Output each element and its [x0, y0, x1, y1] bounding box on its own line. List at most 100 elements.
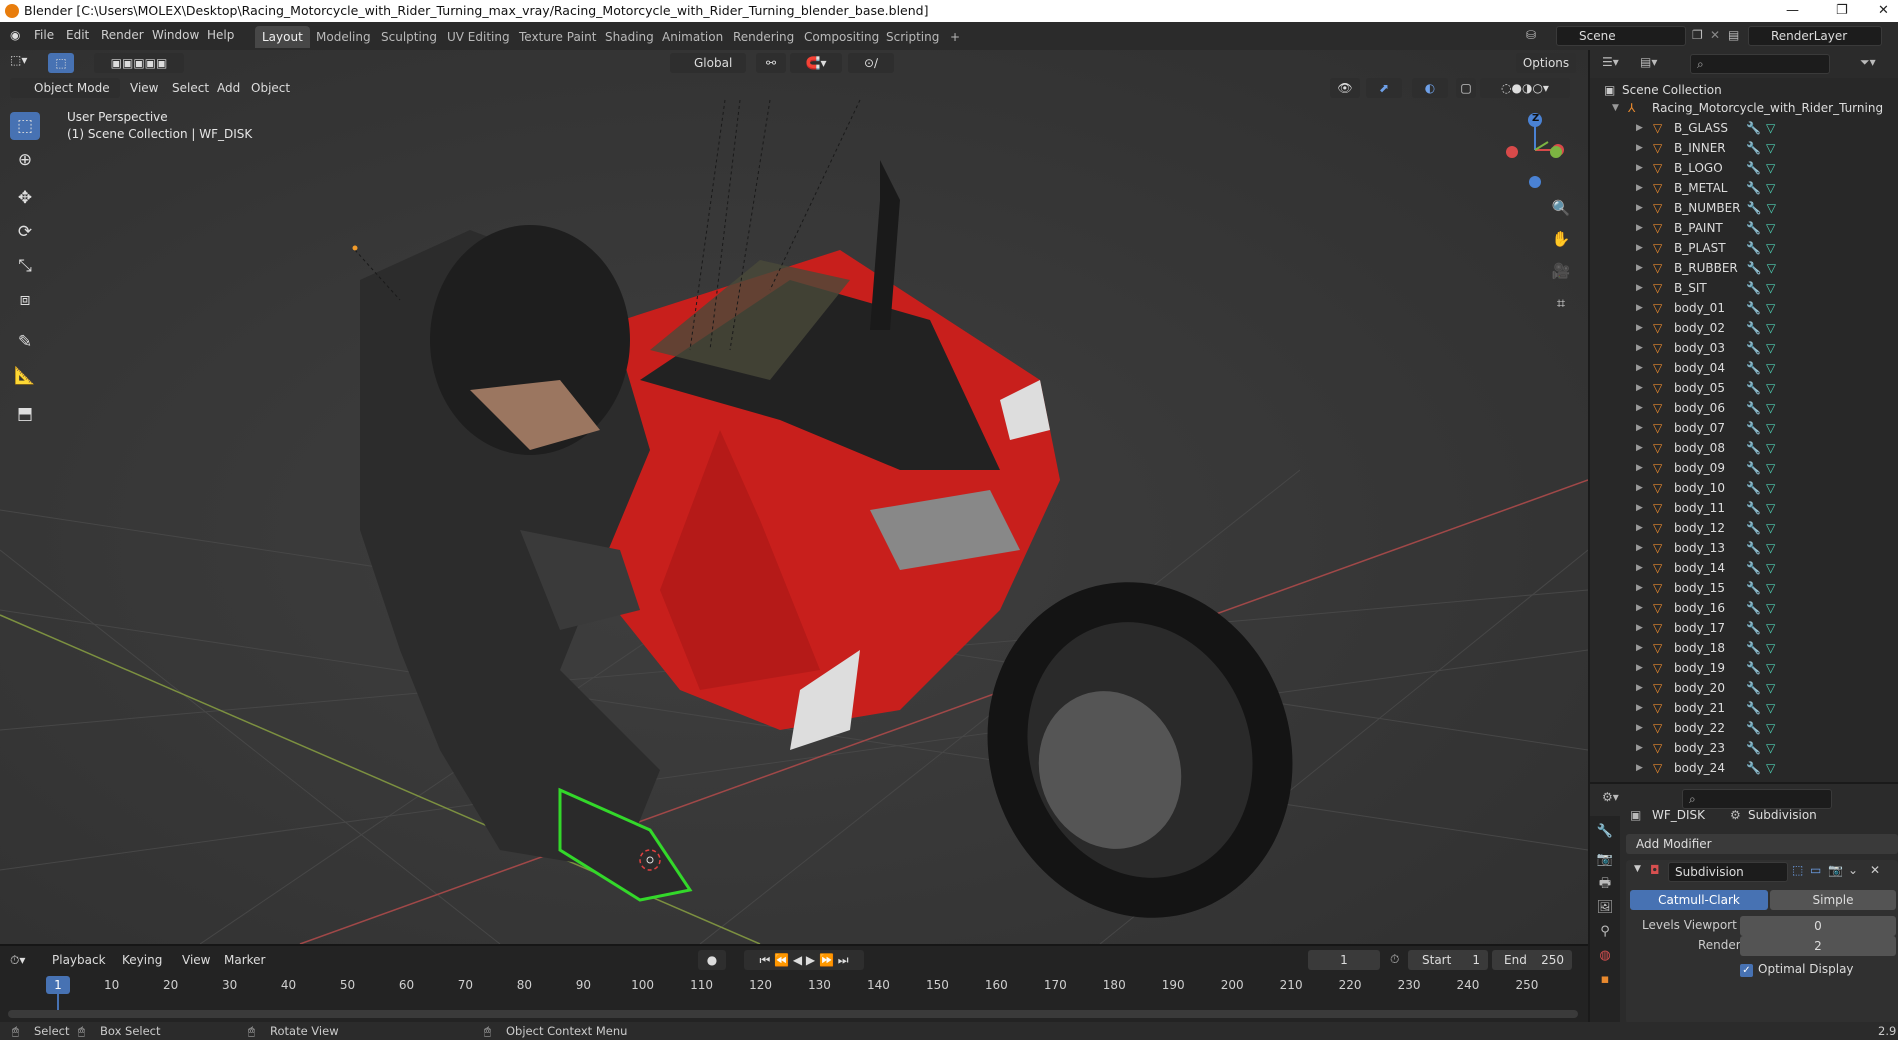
expand-arrow-icon[interactable]: ▶ [1636, 558, 1643, 578]
outliner-item[interactable]: ▶ ▽ body_22 🔧 ▽ [1590, 718, 1898, 738]
timeline-menu-keying[interactable]: Keying [122, 950, 162, 970]
tool-tab-icon[interactable]: 🔧 [1595, 822, 1615, 842]
outliner-search-input[interactable]: ⌕ [1690, 54, 1830, 74]
expand-arrow-icon[interactable]: ▶ [1636, 618, 1643, 638]
3d-viewport[interactable]: ⬚▾ ⬚ ▣▣▣▣▣ Object Mode View Select Add O… [0, 50, 1588, 944]
mesh-data-icon[interactable]: ▽ [1766, 698, 1775, 718]
view-layer-icon[interactable]: ▤ [1728, 28, 1739, 42]
remove-modifier-icon[interactable]: ✕ [1870, 863, 1880, 877]
gizmo-toggle-icon[interactable]: ⬈ [1366, 78, 1402, 98]
mesh-data-icon[interactable]: ▽ [1766, 538, 1775, 558]
workspace-tab-sculpting[interactable]: Sculpting [374, 26, 444, 48]
rotate-tool-icon[interactable]: ⟳ [10, 218, 40, 246]
outliner-item[interactable]: ▶ ▽ body_04 🔧 ▽ [1590, 358, 1898, 378]
expand-arrow-icon[interactable]: ▶ [1636, 218, 1643, 238]
expand-arrow-icon[interactable]: ▶ [1636, 298, 1643, 318]
viewport-menu-add[interactable]: Add [217, 78, 240, 98]
scene-tab-icon[interactable]: ⚲ [1595, 922, 1615, 942]
modifier-wrench-icon[interactable]: 🔧 [1746, 438, 1761, 458]
editor-type-icon[interactable]: ⬚▾ [10, 50, 27, 70]
outliner-item[interactable]: ▶ ▽ body_12 🔧 ▽ [1590, 518, 1898, 538]
modifier-wrench-icon[interactable]: 🔧 [1746, 698, 1761, 718]
annotate-tool-icon[interactable]: ✎ [10, 328, 40, 356]
timeline-menu-marker[interactable]: Marker [224, 950, 265, 970]
workspace-tab-scripting[interactable]: Scripting [879, 26, 946, 48]
display-mode-icon[interactable]: ▤▾ [1640, 55, 1657, 69]
expand-arrow-icon[interactable]: ▶ [1636, 378, 1643, 398]
object-mode-dropdown[interactable]: Object Mode [10, 78, 120, 98]
outliner-item[interactable]: ▶ ▽ B_GLASS 🔧 ▽ [1590, 118, 1898, 138]
expand-arrow-icon[interactable]: ▼ [1612, 98, 1619, 118]
outliner-item[interactable]: ▶ ▽ B_SIT 🔧 ▽ [1590, 278, 1898, 298]
workspace-tab-texture-paint[interactable]: Texture Paint [512, 26, 603, 48]
outliner-item[interactable]: ▶ ▽ B_METAL 🔧 ▽ [1590, 178, 1898, 198]
modifier-wrench-icon[interactable]: 🔧 [1746, 218, 1761, 238]
mesh-data-icon[interactable]: ▽ [1766, 358, 1775, 378]
outliner-item[interactable]: ▶ ▽ body_15 🔧 ▽ [1590, 578, 1898, 598]
pan-icon[interactable]: ✋ [1548, 226, 1574, 252]
mesh-data-icon[interactable]: ▽ [1766, 658, 1775, 678]
modifier-wrench-icon[interactable]: 🔧 [1746, 318, 1761, 338]
mesh-data-icon[interactable]: ▽ [1766, 678, 1775, 698]
expand-arrow-icon[interactable]: ▶ [1636, 318, 1643, 338]
new-scene-icon[interactable]: ❐ [1692, 28, 1703, 42]
playhead[interactable]: 1 [46, 976, 70, 994]
outliner-item[interactable]: ▶ ▽ body_03 🔧 ▽ [1590, 338, 1898, 358]
expand-arrow-icon[interactable]: ▶ [1636, 458, 1643, 478]
mesh-data-icon[interactable]: ▽ [1766, 498, 1775, 518]
scale-tool-icon[interactable]: ⤡ [10, 252, 40, 280]
outliner-item[interactable]: ▶ ▽ B_RUBBER 🔧 ▽ [1590, 258, 1898, 278]
expand-arrow-icon[interactable]: ▶ [1636, 418, 1643, 438]
outliner-item[interactable]: ▶ ▽ B_INNER 🔧 ▽ [1590, 138, 1898, 158]
timeline-scrollbar[interactable] [8, 1010, 1578, 1018]
mesh-data-icon[interactable]: ▽ [1766, 398, 1775, 418]
blender-menu-icon[interactable]: ◉ [10, 28, 20, 42]
outliner-scene-collection[interactable]: ▣ Scene Collection [1590, 80, 1898, 100]
render-toggle-icon[interactable]: 📷 [1828, 863, 1843, 877]
outliner-collection-row[interactable]: ▼ ⅄ Racing_Motorcycle_with_Rider_Turning [1590, 98, 1898, 118]
expand-arrow-icon[interactable]: ▶ [1636, 338, 1643, 358]
visibility-icon[interactable]: 👁 [1330, 78, 1360, 98]
expand-arrow-icon[interactable]: ▶ [1636, 738, 1643, 758]
expand-arrow-icon[interactable]: ▶ [1636, 658, 1643, 678]
expand-arrow-icon[interactable]: ▶ [1636, 398, 1643, 418]
modifier-wrench-icon[interactable]: 🔧 [1746, 458, 1761, 478]
shading-modes[interactable]: ◌●◑○▾ [1480, 78, 1570, 98]
expand-arrow-icon[interactable]: ▶ [1636, 638, 1643, 658]
optimal-display-checkbox[interactable]: ✓ [1740, 964, 1753, 977]
menu-file[interactable]: File [34, 28, 54, 42]
levels-viewport-field[interactable]: 0 [1740, 916, 1896, 936]
render-tab-icon[interactable]: 📷 [1595, 850, 1615, 870]
close-button[interactable]: ✕ [1878, 0, 1889, 22]
outliner-item[interactable]: ▶ ▽ body_01 🔧 ▽ [1590, 298, 1898, 318]
outliner-item[interactable]: ▶ ▽ body_24 🔧 ▽ [1590, 758, 1898, 778]
mesh-data-icon[interactable]: ▽ [1767, 258, 1776, 278]
modifier-wrench-icon[interactable]: 🔧 [1746, 158, 1761, 178]
proportional-edit-icon[interactable]: ⊙∕ [848, 53, 894, 73]
mesh-data-icon[interactable]: ▽ [1766, 758, 1775, 778]
modifier-wrench-icon[interactable]: 🔧 [1747, 198, 1762, 218]
expand-arrow-icon[interactable]: ▶ [1636, 258, 1643, 278]
move-tool-icon[interactable]: ✥ [10, 184, 40, 212]
outliner-item[interactable]: ▶ ▽ body_05 🔧 ▽ [1590, 378, 1898, 398]
mesh-data-icon[interactable]: ▽ [1766, 118, 1775, 138]
expand-arrow-icon[interactable]: ▶ [1636, 118, 1643, 138]
expand-arrow-icon[interactable]: ▶ [1636, 438, 1643, 458]
object-tab-icon[interactable]: ▪ [1595, 970, 1615, 990]
mesh-data-icon[interactable]: ▽ [1766, 338, 1775, 358]
modifier-wrench-icon[interactable]: 🔧 [1746, 658, 1761, 678]
current-frame-field[interactable]: 1 [1308, 950, 1380, 970]
expand-arrow-icon[interactable]: ▶ [1636, 478, 1643, 498]
menu-window[interactable]: Window [152, 28, 199, 42]
mesh-data-icon[interactable]: ▽ [1766, 618, 1775, 638]
zoom-icon[interactable]: 🔍 [1548, 195, 1574, 221]
mesh-data-icon[interactable]: ▽ [1766, 218, 1775, 238]
view-layer-tab-icon[interactable]: 🖼 [1595, 898, 1615, 918]
mesh-data-icon[interactable]: ▽ [1767, 198, 1776, 218]
modifier-wrench-icon[interactable]: 🔧 [1746, 138, 1761, 158]
transform-tool-icon[interactable]: ⧈ [10, 286, 40, 314]
viewport-toggle-icon[interactable]: ▭ [1810, 863, 1821, 877]
modifier-wrench-icon[interactable]: 🔧 [1746, 178, 1761, 198]
expand-arrow-icon[interactable]: ▶ [1636, 158, 1643, 178]
mesh-data-icon[interactable]: ▽ [1766, 178, 1775, 198]
